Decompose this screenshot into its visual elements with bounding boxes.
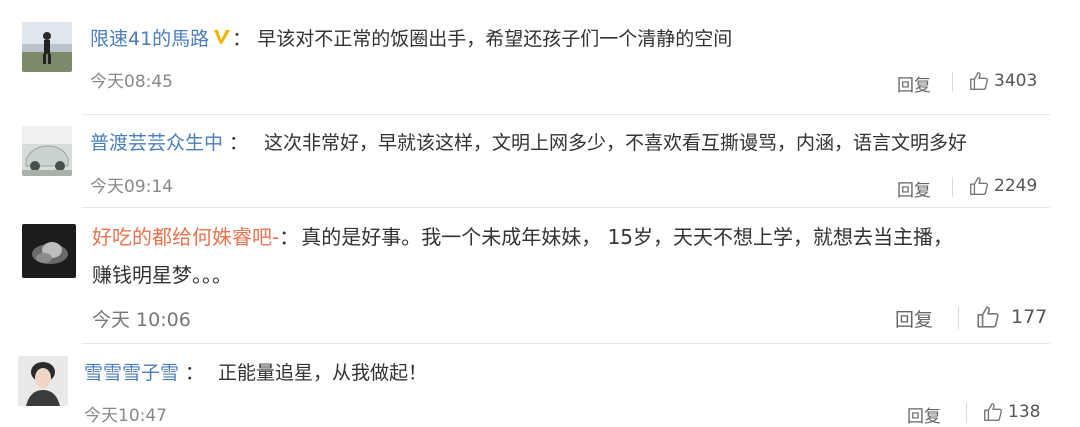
- action-divider: [952, 177, 953, 197]
- username-separator: ：: [279, 225, 300, 249]
- verified-v-icon: [212, 27, 232, 47]
- avatar[interactable]: [18, 356, 68, 406]
- like-button[interactable]: 2249: [968, 175, 1037, 197]
- thumbs-up-icon: [970, 177, 988, 195]
- thumbs-up-icon: [970, 72, 988, 90]
- username-separator: ：: [232, 28, 252, 50]
- like-count: 3403: [994, 71, 1038, 91]
- like-count: 2249: [994, 176, 1038, 196]
- like-count: 138: [1008, 402, 1041, 422]
- comment-divider: [82, 114, 1050, 115]
- username-link[interactable]: 雪雪雪子雪: [84, 362, 179, 384]
- thumbs-up-icon: [984, 403, 1002, 421]
- action-divider: [966, 403, 967, 423]
- avatar[interactable]: [22, 126, 72, 176]
- reply-button[interactable]: 回复: [907, 402, 941, 427]
- comment-text: 正能量追星，从我做起！: [218, 362, 428, 384]
- comment-divider: [82, 207, 1050, 208]
- avatar[interactable]: [22, 22, 72, 72]
- username-separator: ：: [229, 132, 249, 154]
- avatar[interactable]: [22, 224, 76, 278]
- username-separator: ：: [185, 362, 205, 384]
- comment-time: 今天10:47: [84, 406, 167, 426]
- reply-button[interactable]: 回复: [897, 71, 931, 96]
- comment-text: 真的是好事。我一个未成年妹妹， 15岁，天天不想上学，就想去当主播，: [301, 225, 954, 249]
- username-link[interactable]: 好吃的都给何姝睿吧-: [92, 225, 279, 249]
- comment-text-continued: 赚钱明星梦。。。: [92, 263, 232, 287]
- like-button[interactable]: 3403: [968, 70, 1037, 92]
- comment-divider: [82, 343, 1050, 344]
- like-count: 177: [1011, 306, 1048, 328]
- action-divider: [952, 72, 953, 92]
- username-link[interactable]: 限速41的馬路: [90, 28, 209, 50]
- comment-text: 早该对不正常的饭圈出手，希望还孩子们一个清静的空间: [257, 28, 733, 50]
- like-button[interactable]: 138: [982, 401, 1040, 423]
- username-link[interactable]: 普渡芸芸众生中: [90, 132, 223, 154]
- comment-time: 今天 10:06: [92, 309, 191, 331]
- thumbs-up-icon: [977, 306, 999, 328]
- comment-text: 这次非常好，早就该这样，文明上网多少，不喜欢看互撕谩骂，内涵，语言文明多好: [264, 132, 968, 154]
- reply-button[interactable]: 回复: [895, 305, 933, 332]
- comment-time: 今天09:14: [90, 177, 173, 197]
- like-button[interactable]: 177: [975, 304, 1047, 330]
- comment-time: 今天08:45: [90, 72, 173, 92]
- reply-button[interactable]: 回复: [897, 176, 931, 201]
- action-divider: [958, 307, 959, 329]
